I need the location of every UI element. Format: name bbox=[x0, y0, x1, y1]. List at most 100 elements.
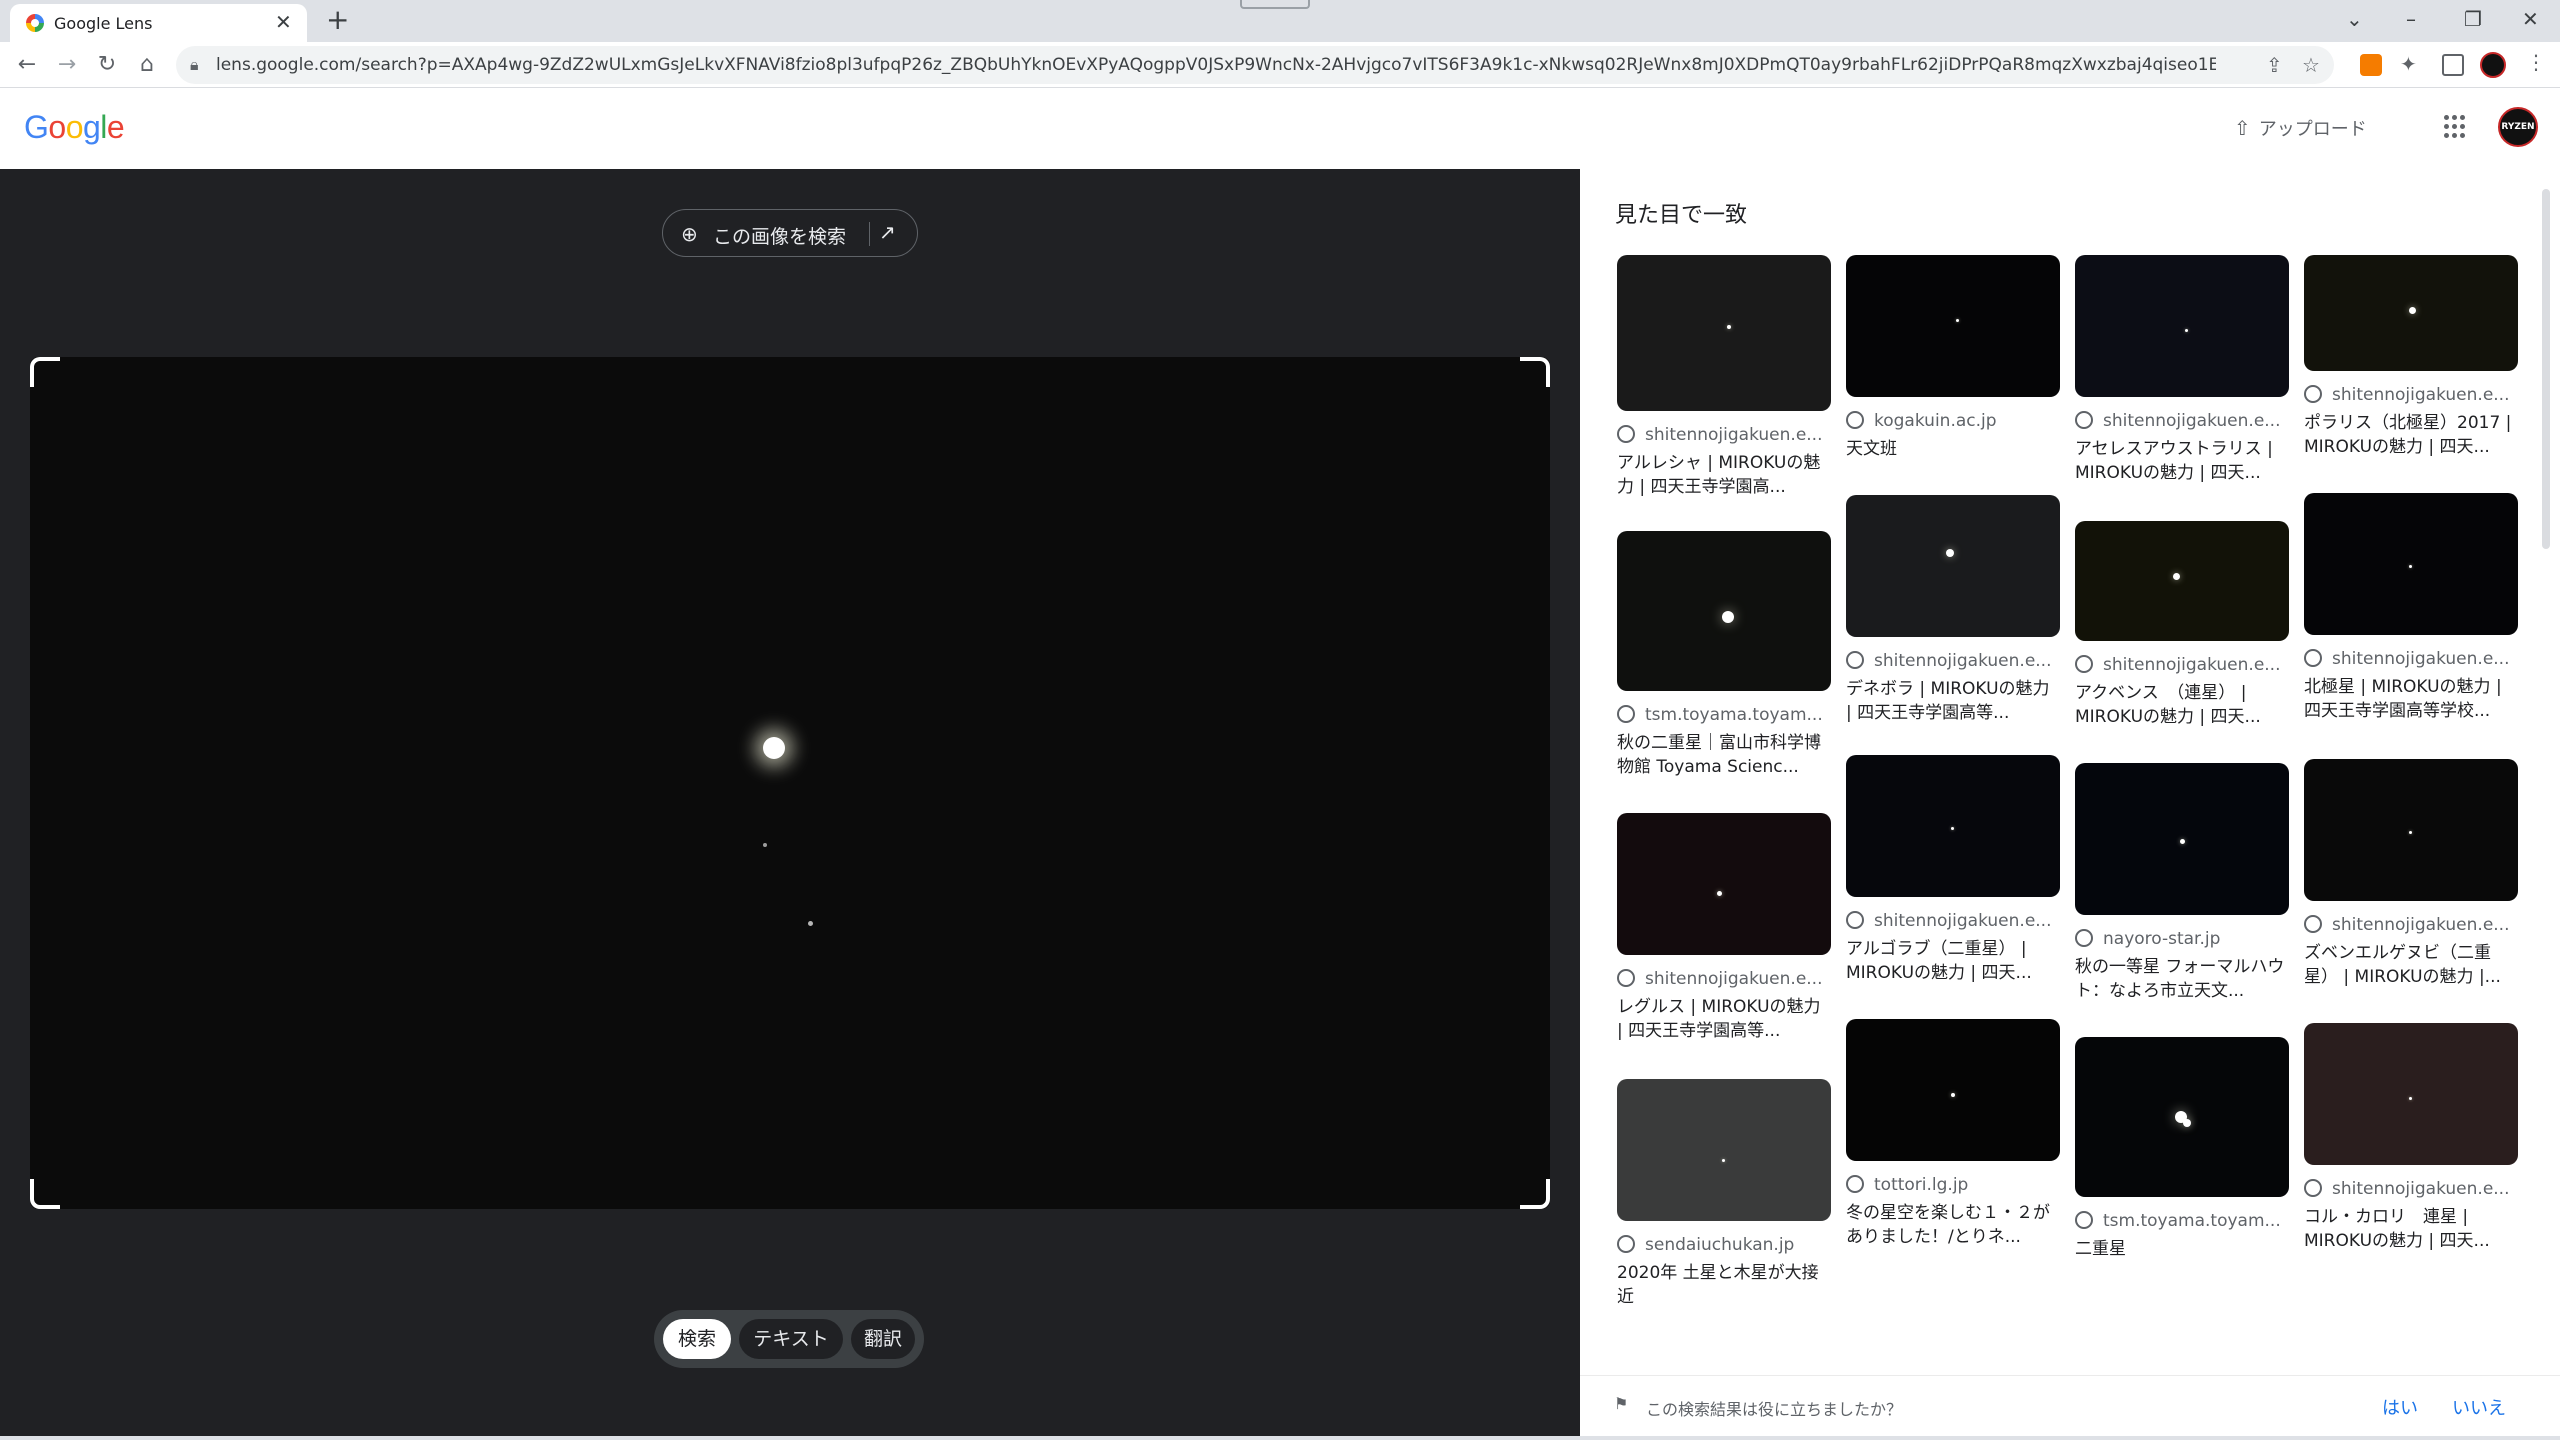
minimize-button[interactable]: – bbox=[2406, 2, 2416, 36]
result-thumbnail[interactable] bbox=[1617, 1079, 1831, 1221]
profile-avatar-icon[interactable] bbox=[2480, 52, 2506, 78]
result-card[interactable]: sendaiuchukan.jp 2020年 土星と木星が大接近 bbox=[1617, 1079, 1831, 1309]
result-title[interactable]: ズベンエルゲヌビ（二重星） | MIROKUの魅力 |... bbox=[2304, 941, 2518, 989]
close-tab-icon[interactable]: ✕ bbox=[275, 11, 292, 33]
mode-text-tab[interactable]: テキスト bbox=[739, 1319, 843, 1359]
result-title[interactable]: アセレスアウストラリス | MIROKUの魅力 | 四天... bbox=[2075, 437, 2289, 485]
result-title[interactable]: コル・カロリ 連星 | MIROKUの魅力 | 四天... bbox=[2304, 1205, 2518, 1253]
browser-tab[interactable]: Google Lens ✕ bbox=[10, 4, 307, 42]
result-source[interactable]: sendaiuchukan.jp bbox=[1617, 1235, 1831, 1255]
result-thumbnail[interactable] bbox=[1846, 755, 2060, 897]
result-thumbnail[interactable] bbox=[2075, 763, 2289, 915]
result-card[interactable]: shitennojigakuen.e... 北極星 | MIROKUの魅力 | 四… bbox=[2304, 493, 2518, 723]
mode-translate-tab[interactable]: 翻訳 bbox=[851, 1319, 915, 1359]
result-thumbnail[interactable] bbox=[1617, 255, 1831, 411]
result-card[interactable]: shitennojigakuen.e... デネボラ | MIROKUの魅力 | … bbox=[1846, 495, 2060, 725]
bookmark-star-icon[interactable]: ☆ bbox=[2302, 53, 2320, 77]
window-drag-handle[interactable] bbox=[1240, 0, 1310, 9]
result-card[interactable]: kogakuin.ac.jp 天文班 bbox=[1846, 255, 2060, 461]
result-source[interactable]: tsm.toyama.toyam... bbox=[1617, 705, 1831, 725]
result-thumbnail[interactable] bbox=[1617, 813, 1831, 955]
side-panel-icon[interactable] bbox=[2442, 54, 2464, 76]
url-text[interactable]: lens.google.com/search?p=AXAp4wg-9ZdZ2wU… bbox=[216, 55, 2216, 75]
result-source[interactable]: tsm.toyama.toyam... bbox=[2075, 1211, 2289, 1231]
open-in-new-icon[interactable]: ↗ bbox=[879, 220, 896, 244]
result-title[interactable]: 秋の一等星 フォーマルハウト：なよろ市立天文... bbox=[2075, 955, 2289, 1003]
result-title[interactable]: アルレシャ | MIROKUの魅力 | 四天王寺学園高... bbox=[1617, 451, 1831, 499]
result-source[interactable]: shitennojigakuen.e... bbox=[2304, 915, 2518, 935]
crop-handle-bottom-right[interactable] bbox=[1520, 1179, 1550, 1209]
crop-handle-top-left[interactable] bbox=[30, 357, 60, 387]
result-card[interactable]: tottori.lg.jp 冬の星空を楽しむ１・２がありました！/とりネ... bbox=[1846, 1019, 2060, 1249]
crop-handle-bottom-left[interactable] bbox=[30, 1179, 60, 1209]
result-card[interactable]: shitennojigakuen.e... アセレスアウストラリス | MIROK… bbox=[2075, 255, 2289, 485]
feedback-no-button[interactable]: いいえ bbox=[2452, 1394, 2506, 1420]
result-card[interactable]: tsm.toyama.toyam... 秋の二重星｜富山市科学博物館 Toyama… bbox=[1617, 531, 1831, 779]
crop-handle-top-right[interactable] bbox=[1520, 357, 1550, 387]
result-title[interactable]: 二重星 bbox=[2075, 1237, 2289, 1261]
result-source[interactable]: shitennojigakuen.e... bbox=[2075, 655, 2289, 675]
google-logo[interactable]: Google bbox=[24, 109, 125, 146]
result-thumbnail[interactable] bbox=[1846, 255, 2060, 397]
result-title[interactable]: デネボラ | MIROKUの魅力 | 四天王寺学園高等... bbox=[1846, 677, 2060, 725]
result-card[interactable]: shitennojigakuen.e... ズベンエルゲヌビ（二重星） | MIR… bbox=[2304, 759, 2518, 989]
result-source[interactable]: shitennojigakuen.e... bbox=[1617, 969, 1831, 989]
home-icon[interactable]: ⌂ bbox=[132, 50, 162, 80]
extensions-puzzle-icon[interactable]: ✦ bbox=[2400, 52, 2417, 76]
result-source[interactable]: shitennojigakuen.e... bbox=[1846, 651, 2060, 671]
search-this-image-button[interactable]: ⊕ この画像を検索 ↗ bbox=[662, 209, 918, 257]
address-bar[interactable]: 🔒︎ lens.google.com/search?p=AXAp4wg-9ZdZ… bbox=[176, 46, 2334, 84]
result-title[interactable]: アルゴラブ（二重星） | MIROKUの魅力 | 四天... bbox=[1846, 937, 2060, 985]
result-title[interactable]: レグルス | MIROKUの魅力 | 四天王寺学園高等... bbox=[1617, 995, 1831, 1043]
result-thumbnail[interactable] bbox=[2304, 255, 2518, 371]
result-thumbnail[interactable] bbox=[1846, 1019, 2060, 1161]
reload-icon[interactable]: ↻ bbox=[92, 50, 122, 80]
result-title[interactable]: 北極星 | MIROKUの魅力 | 四天王寺学園高等学校... bbox=[2304, 675, 2518, 723]
account-avatar[interactable]: RYZEN bbox=[2498, 107, 2538, 147]
result-thumbnail[interactable] bbox=[2304, 493, 2518, 635]
maximize-button[interactable]: ❐ bbox=[2464, 2, 2482, 36]
result-source[interactable]: shitennojigakuen.e... bbox=[1846, 911, 2060, 931]
result-source[interactable]: nayoro-star.jp bbox=[2075, 929, 2289, 949]
result-title[interactable]: 秋の二重星｜富山市科学博物館 Toyama Scienc... bbox=[1617, 731, 1831, 779]
query-image[interactable] bbox=[30, 357, 1550, 1209]
result-card[interactable]: shitennojigakuen.e... コル・カロリ 連星 | MIROKUの… bbox=[2304, 1023, 2518, 1253]
scrollbar-thumb[interactable] bbox=[2542, 189, 2550, 549]
result-source[interactable]: shitennojigakuen.e... bbox=[2304, 649, 2518, 669]
back-icon[interactable]: ← bbox=[12, 50, 42, 80]
close-window-button[interactable]: ✕ bbox=[2522, 2, 2539, 36]
apps-grid-icon[interactable] bbox=[2444, 115, 2468, 139]
share-icon[interactable]: ⇪ bbox=[2266, 53, 2283, 77]
result-source[interactable]: shitennojigakuen.e... bbox=[2075, 411, 2289, 431]
result-card[interactable]: shitennojigakuen.e... アルレシャ | MIROKUの魅力 |… bbox=[1617, 255, 1831, 499]
result-thumbnail[interactable] bbox=[1617, 531, 1831, 691]
result-card[interactable]: shitennojigakuen.e... ポラリス（北極星）2017 | MIR… bbox=[2304, 255, 2518, 459]
menu-dots-icon[interactable]: ⋮ bbox=[2526, 50, 2546, 74]
result-title[interactable]: アクベンス （連星） | MIROKUの魅力 | 四天... bbox=[2075, 681, 2289, 729]
result-card[interactable]: shitennojigakuen.e... レグルス | MIROKUの魅力 | … bbox=[1617, 813, 1831, 1043]
result-card[interactable]: tsm.toyama.toyam... 二重星 bbox=[2075, 1037, 2289, 1261]
result-thumbnail[interactable] bbox=[2075, 521, 2289, 641]
result-source[interactable]: tottori.lg.jp bbox=[1846, 1175, 2060, 1195]
feedback-yes-button[interactable]: はい bbox=[2382, 1394, 2418, 1420]
forward-icon[interactable]: → bbox=[52, 50, 82, 80]
new-tab-button[interactable]: + bbox=[326, 4, 349, 36]
rss-extension-icon[interactable] bbox=[2360, 54, 2382, 76]
result-title[interactable]: 天文班 bbox=[1846, 437, 2060, 461]
result-source[interactable]: kogakuin.ac.jp bbox=[1846, 411, 2060, 431]
result-title[interactable]: ポラリス（北極星）2017 | MIROKUの魅力 | 四天... bbox=[2304, 411, 2518, 459]
result-source[interactable]: shitennojigakuen.e... bbox=[1617, 425, 1831, 445]
result-card[interactable]: nayoro-star.jp 秋の一等星 フォーマルハウト：なよろ市立天文... bbox=[2075, 763, 2289, 1003]
upload-button[interactable]: ⇧ アップロード bbox=[2234, 115, 2367, 141]
mode-search-tab[interactable]: 検索 bbox=[663, 1319, 731, 1359]
result-thumbnail[interactable] bbox=[1846, 495, 2060, 637]
result-card[interactable]: shitennojigakuen.e... アクベンス （連星） | MIROKU… bbox=[2075, 521, 2289, 729]
result-thumbnail[interactable] bbox=[2304, 1023, 2518, 1165]
result-card[interactable]: shitennojigakuen.e... アルゴラブ（二重星） | MIROKU… bbox=[1846, 755, 2060, 985]
results-scrollbar[interactable] bbox=[2540, 189, 2552, 1369]
result-source[interactable]: shitennojigakuen.e... bbox=[2304, 385, 2518, 405]
result-thumbnail[interactable] bbox=[2075, 255, 2289, 397]
result-thumbnail[interactable] bbox=[2075, 1037, 2289, 1197]
lock-icon[interactable]: 🔒︎ bbox=[190, 55, 199, 75]
result-title[interactable]: 冬の星空を楽しむ１・２がありました！/とりネ... bbox=[1846, 1201, 2060, 1249]
